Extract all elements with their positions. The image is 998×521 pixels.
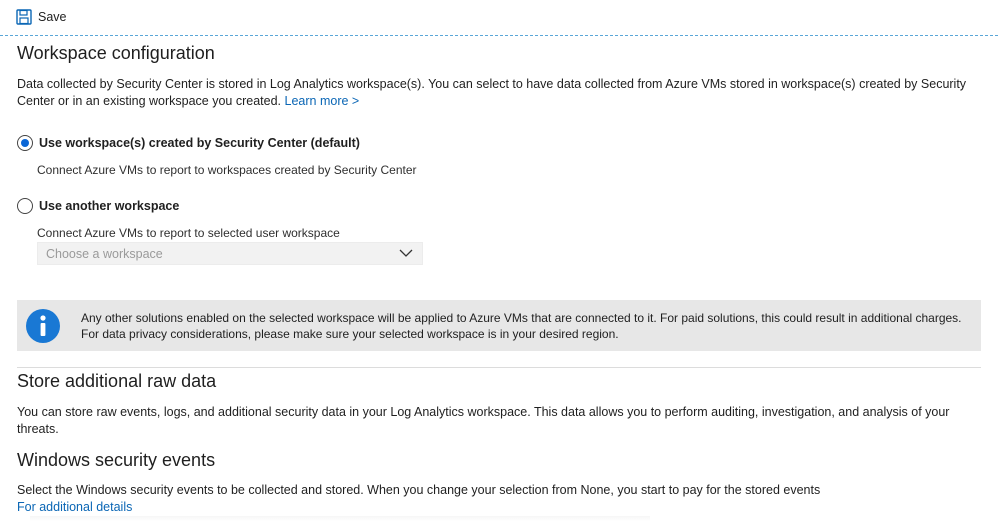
radio-option-another-workspace[interactable]: Use another workspace <box>17 198 179 214</box>
section-divider <box>17 367 981 368</box>
radio-label-default-workspace: Use workspace(s) created by Security Cen… <box>39 136 360 150</box>
default-workspace-description: Connect Azure VMs to report to workspace… <box>37 163 417 177</box>
floppy-disk-icon <box>16 9 32 25</box>
raw-data-heading: Store additional raw data <box>17 371 217 391</box>
learn-more-link[interactable]: Learn more > <box>285 94 360 108</box>
radio-dot <box>21 139 29 147</box>
security-events-heading: Windows security events <box>17 450 216 470</box>
workspace-config-description: Data collected by Security Center is sto… <box>17 76 985 110</box>
radio-button-selected[interactable] <box>17 135 33 151</box>
raw-data-description: You can store raw events, logs, and addi… <box>17 405 950 436</box>
save-label: Save <box>38 10 67 24</box>
security-events-description: Select the Windows security events to be… <box>17 482 985 516</box>
workspace-dropdown-placeholder: Choose a workspace <box>46 247 163 261</box>
radio-option-default-workspace[interactable]: Use workspace(s) created by Security Cen… <box>17 135 360 151</box>
info-icon-container <box>17 300 68 351</box>
table-fade-edge <box>30 516 650 521</box>
save-button[interactable]: Save <box>16 9 67 25</box>
radio-label-another-workspace: Use another workspace <box>39 199 180 213</box>
radio-button-unselected[interactable] <box>17 198 33 214</box>
workspace-config-heading: Workspace configuration <box>17 43 215 63</box>
info-icon <box>25 308 60 343</box>
info-banner: Any other solutions enabled on the selec… <box>17 300 981 351</box>
toolbar-divider <box>0 35 998 36</box>
security-events-text: Select the Windows security events to be… <box>17 483 821 497</box>
info-banner-text: Any other solutions enabled on the selec… <box>81 311 962 341</box>
chevron-down-icon <box>399 249 413 257</box>
additional-details-link[interactable]: For additional details <box>17 500 132 514</box>
workspace-dropdown[interactable]: Choose a workspace <box>37 242 423 265</box>
another-workspace-description: Connect Azure VMs to report to selected … <box>37 226 340 240</box>
workspace-description-text: Data collected by Security Center is sto… <box>17 77 967 108</box>
command-bar: Save <box>0 0 998 36</box>
